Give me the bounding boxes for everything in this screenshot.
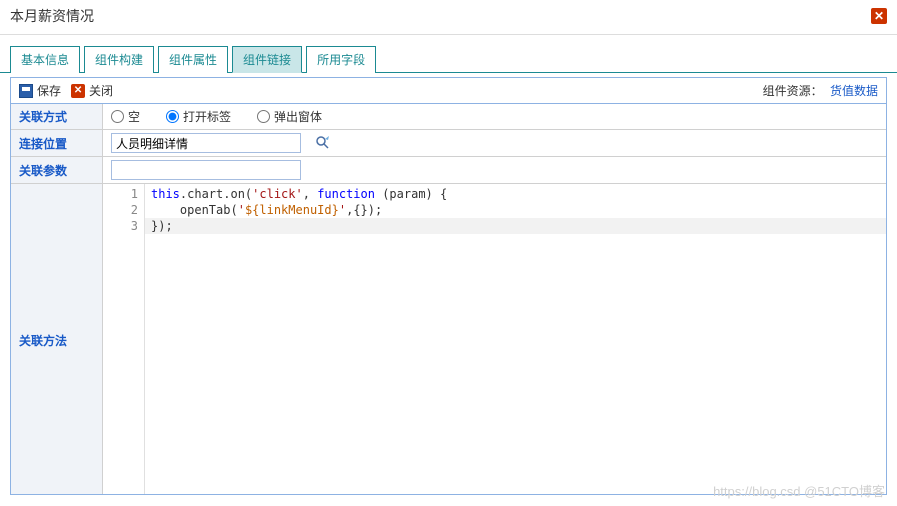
label-assoc-method: 关联方法 (11, 184, 103, 494)
resource-label: 组件资源： (763, 84, 823, 98)
tab-label: 组件链接 (243, 53, 291, 67)
label-assoc-params: 关联参数 (11, 157, 103, 183)
row-assoc-mode: 关联方式 空 打开标签 弹出窗体 (11, 104, 886, 130)
label-assoc-mode: 关联方式 (11, 104, 103, 129)
content-panel: 保存 ✕ 关闭 组件资源： 货值数据 关联方式 空 打开标签 (10, 77, 887, 495)
close-button-label: 关闭 (89, 82, 113, 99)
link-position-value (103, 130, 886, 156)
assoc-params-value (103, 157, 886, 183)
code-gutter: 123 (103, 184, 145, 494)
radio-option-none[interactable]: 空 (111, 108, 140, 125)
row-assoc-params: 关联参数 (11, 157, 886, 184)
tab-strip: 基本信息 组件构建 组件属性 组件链接 所用字段 (0, 35, 897, 73)
tab-basic-info[interactable]: 基本信息 (10, 46, 80, 73)
tab-label: 所用字段 (317, 53, 365, 67)
close-icon: ✕ (71, 84, 85, 98)
tab-label: 组件属性 (169, 53, 217, 67)
tab-component-build[interactable]: 组件构建 (84, 46, 154, 73)
resource-info: 组件资源： 货值数据 (763, 82, 878, 99)
code-area[interactable]: this.chart.on('click', function (param) … (145, 184, 886, 494)
radio-option-tab[interactable]: 打开标签 (166, 108, 231, 125)
assoc-mode-radios: 空 打开标签 弹出窗体 (103, 105, 886, 128)
code-editor[interactable]: 123 this.chart.on('click', function (par… (103, 184, 886, 494)
radio-popup-input[interactable] (257, 110, 270, 123)
close-button[interactable]: ✕ 关闭 (71, 82, 113, 99)
magnifier-icon (315, 135, 331, 151)
tab-label: 基本信息 (21, 53, 69, 67)
tab-used-fields[interactable]: 所用字段 (306, 46, 376, 73)
radio-popup-label: 弹出窗体 (274, 108, 322, 125)
save-icon (19, 84, 33, 98)
radio-none-label: 空 (128, 108, 140, 125)
titlebar: 本月薪资情况 ✕ (0, 0, 897, 35)
tab-component-link[interactable]: 组件链接 (232, 46, 302, 73)
radio-option-popup[interactable]: 弹出窗体 (257, 108, 322, 125)
row-assoc-method: 关联方法 123 this.chart.on('click', function… (11, 184, 886, 494)
row-link-position: 连接位置 (11, 130, 886, 157)
radio-tab-label: 打开标签 (183, 108, 231, 125)
resource-link[interactable]: 货值数据 (830, 84, 878, 98)
assoc-params-input[interactable] (111, 160, 301, 180)
tab-label: 组件构建 (95, 53, 143, 67)
tab-component-props[interactable]: 组件属性 (158, 46, 228, 73)
save-button-label: 保存 (37, 82, 61, 99)
close-dialog-button[interactable]: ✕ (871, 8, 887, 24)
dialog-title: 本月薪资情况 (10, 6, 94, 26)
radio-none-input[interactable] (111, 110, 124, 123)
pick-link-icon[interactable] (315, 135, 331, 151)
form-area: 关联方式 空 打开标签 弹出窗体 连接位置 (11, 104, 886, 494)
toolbar: 保存 ✕ 关闭 组件资源： 货值数据 (11, 78, 886, 104)
link-position-input[interactable] (111, 133, 301, 153)
label-link-position: 连接位置 (11, 130, 103, 156)
save-button[interactable]: 保存 (19, 82, 61, 99)
radio-tab-input[interactable] (166, 110, 179, 123)
